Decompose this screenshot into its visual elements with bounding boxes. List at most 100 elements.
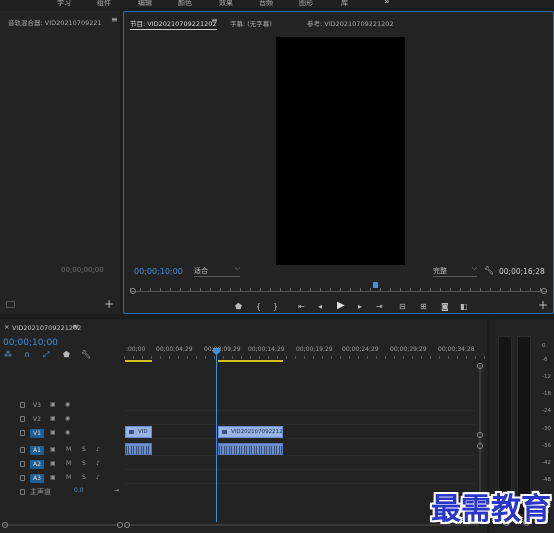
panel-menu-icon[interactable]: ≡ xyxy=(111,15,118,24)
track-label-v3[interactable]: V3 xyxy=(30,401,44,410)
workspace-tab-graphics[interactable]: 图形 xyxy=(299,0,313,8)
wrench-icon[interactable]: 🔧︎ xyxy=(484,267,494,275)
video-preview[interactable] xyxy=(276,37,405,265)
tab-program[interactable]: 节目: VID20210709221202 xyxy=(130,18,217,30)
add-button-icon[interactable]: + xyxy=(104,298,114,310)
track-lane-a1[interactable] xyxy=(124,444,475,456)
eye-icon[interactable]: ◉ xyxy=(65,415,70,422)
go-to-end-icon[interactable]: ⇥ xyxy=(114,487,119,494)
more-workspaces-button[interactable]: » xyxy=(384,0,390,7)
vertical-zoom-handle[interactable] xyxy=(477,432,483,438)
add-button-icon[interactable]: + xyxy=(538,299,548,311)
tab-reference[interactable]: 参考: VID20210709221202 xyxy=(307,18,394,28)
marker-icon[interactable]: ⬟ xyxy=(235,303,242,311)
extract-icon[interactable]: ⊞ xyxy=(420,303,427,311)
timeline-timecode[interactable]: 00;00;10;00 xyxy=(3,338,58,348)
track-label-a3[interactable]: A3 xyxy=(30,474,44,483)
workspace-tab-color[interactable]: 颜色 xyxy=(178,0,192,8)
toggle-sync-icon[interactable]: ▣ xyxy=(50,415,56,422)
toggle-sync-icon[interactable]: ▣ xyxy=(50,460,56,467)
track-label-a1[interactable]: A1 xyxy=(30,446,44,455)
mute-button[interactable]: M xyxy=(66,460,71,467)
snap-icon[interactable]: ∩ xyxy=(24,351,30,359)
toggle-sync-icon[interactable]: ▣ xyxy=(50,401,56,408)
track-lane-v3[interactable] xyxy=(124,399,475,411)
solo-button[interactable]: S xyxy=(82,446,86,453)
sequence-close-icon[interactable]: × xyxy=(4,323,9,331)
microphone-icon[interactable]: ♪ xyxy=(96,474,100,481)
step-forward-icon[interactable]: ▸ xyxy=(358,303,362,311)
lock-icon[interactable] xyxy=(20,461,25,467)
lock-icon[interactable] xyxy=(20,447,25,453)
vertical-zoom-handle[interactable] xyxy=(477,443,483,449)
track-header-scrollbar[interactable] xyxy=(3,524,119,526)
timeline-playhead-line[interactable] xyxy=(216,352,217,522)
audio-clip[interactable] xyxy=(218,443,283,455)
lock-icon[interactable] xyxy=(20,475,25,481)
workspace-tab-assembly[interactable]: 组件 xyxy=(97,0,111,8)
video-clip[interactable]: VID20210709221202 xyxy=(218,426,283,438)
add-marker-icon[interactable]: ⬟ xyxy=(63,351,70,359)
panel-menu-icon[interactable]: ≡ xyxy=(72,322,79,331)
lift-icon[interactable]: ⊟ xyxy=(399,303,406,311)
eye-icon[interactable]: ◉ xyxy=(65,429,70,436)
zoom-handle-left[interactable] xyxy=(2,522,8,528)
track-lane-v2[interactable] xyxy=(124,413,475,425)
lock-icon[interactable] xyxy=(20,430,25,436)
play-icon[interactable]: ▶ xyxy=(337,301,345,311)
eye-icon[interactable]: ◉ xyxy=(65,401,70,408)
tab-captions[interactable]: 字幕: (无字幕) xyxy=(230,18,272,28)
zoom-handle-left[interactable] xyxy=(130,288,136,294)
track-label-v1[interactable]: V1 xyxy=(30,429,44,438)
workspace-tab-effects[interactable]: 效果 xyxy=(219,0,233,8)
microphone-icon[interactable]: ♪ xyxy=(96,460,100,467)
zoom-handle-left[interactable] xyxy=(124,522,130,528)
lock-icon[interactable] xyxy=(20,402,25,408)
mute-button[interactable]: M xyxy=(66,446,71,453)
workspace-tab-libraries[interactable]: 库 xyxy=(341,0,348,8)
audio-mixer-title[interactable]: 音轨混合器: VID20210709221 xyxy=(8,17,102,27)
nest-icon[interactable]: ⁂ xyxy=(4,351,12,359)
timeline-settings-icon[interactable]: 🔧︎ xyxy=(81,351,91,359)
video-clip[interactable]: VID xyxy=(125,426,152,438)
zoom-handle-right[interactable] xyxy=(541,288,547,294)
workspace-tab-audio[interactable]: 音频 xyxy=(259,0,273,8)
toggle-sync-icon[interactable]: ▣ xyxy=(50,474,56,481)
track-lane-a3[interactable] xyxy=(124,472,475,484)
tab-sequence[interactable]: VID20210709221202 xyxy=(12,324,81,332)
mark-out-icon[interactable]: } xyxy=(273,303,278,311)
step-back-icon[interactable]: ◂ xyxy=(318,303,322,311)
toggle-sync-icon[interactable]: ▣ xyxy=(50,429,56,436)
time-scrubber[interactable] xyxy=(130,282,547,295)
export-frame-icon[interactable]: ◙ xyxy=(441,303,449,311)
playhead-timecode[interactable]: 00;00;10;00 xyxy=(134,267,183,276)
vertical-zoom-handle[interactable] xyxy=(477,363,483,369)
track-lane-v1[interactable] xyxy=(124,427,475,439)
mute-button[interactable]: M xyxy=(66,474,71,481)
horizontal-scrollbar[interactable] xyxy=(124,524,479,526)
lock-icon[interactable] xyxy=(20,489,25,495)
mark-in-icon[interactable]: { xyxy=(256,303,261,311)
solo-button[interactable]: S xyxy=(82,474,86,481)
audio-clip[interactable] xyxy=(125,443,152,455)
workspace-tab-editing[interactable]: 编辑 xyxy=(138,0,152,8)
go-to-out-icon[interactable]: ⇥ xyxy=(376,303,383,311)
track-label-a2[interactable]: A2 xyxy=(30,460,44,469)
workspace-tab-learn[interactable]: 学习 xyxy=(57,0,71,8)
zoom-handle-right[interactable] xyxy=(117,522,123,528)
go-to-in-icon[interactable]: ⇤ xyxy=(298,303,305,311)
track-lane-a2[interactable] xyxy=(124,458,475,470)
panel-menu-icon[interactable]: ≡ xyxy=(211,16,218,25)
linked-selection-icon[interactable]: ⤢ xyxy=(43,351,49,359)
microphone-icon[interactable]: ♪ xyxy=(96,446,100,453)
compare-icon[interactable]: ◧ xyxy=(460,303,468,311)
time-ruler[interactable]: :00;00 00;00;04;29 00;00;09;29 00;00;14;… xyxy=(124,343,487,363)
playback-resolution-select[interactable]: 完整 xyxy=(433,264,477,277)
solo-button[interactable]: S xyxy=(82,460,86,467)
playhead-marker[interactable] xyxy=(373,282,378,288)
master-volume-value[interactable]: 0.0 xyxy=(74,487,84,494)
zoom-select[interactable]: 适合 xyxy=(194,264,240,277)
track-label-v2[interactable]: V2 xyxy=(30,415,44,424)
toggle-sync-icon[interactable]: ▣ xyxy=(50,446,56,453)
lock-icon[interactable] xyxy=(20,416,25,422)
